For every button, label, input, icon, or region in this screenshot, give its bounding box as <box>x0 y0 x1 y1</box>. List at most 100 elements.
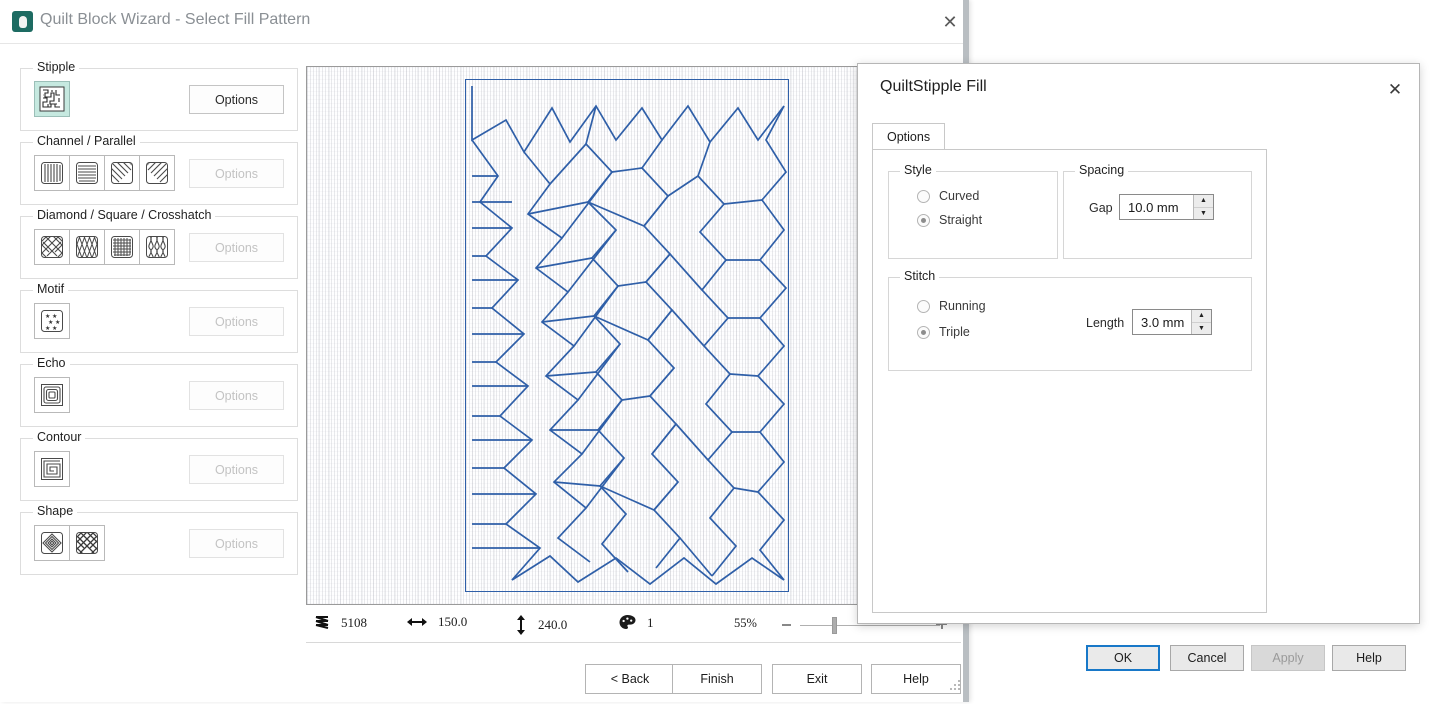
radio-indicator <box>917 189 930 203</box>
ok-button[interactable]: OK <box>1086 645 1160 671</box>
zoom-slider-thumb[interactable] <box>832 617 837 634</box>
group-legend-motif: Motif <box>33 282 69 296</box>
spinner-arrows[interactable]: ▲ ▼ <box>1193 195 1213 219</box>
cancel-button[interactable]: Cancel <box>1170 645 1244 671</box>
radio-indicator <box>917 325 930 339</box>
pattern-contour-spiral[interactable] <box>34 451 70 487</box>
stat-colors: 1 <box>618 614 654 632</box>
group-diamond-square-crosshatch: Diamond / Square / Crosshatch Options <box>20 208 298 279</box>
help-button[interactable]: Help <box>871 664 961 694</box>
quilt-wizard-icon <box>12 11 33 32</box>
group-legend-spacing: Spacing <box>1075 163 1129 177</box>
wizard-titlebar: Quilt Block Wizard - Select Fill Pattern… <box>0 0 968 44</box>
gap-label: Gap <box>1089 201 1113 215</box>
radio-straight[interactable]: Straight <box>917 213 982 227</box>
radio-indicator <box>917 299 930 313</box>
zoom-slider-track[interactable] <box>800 625 940 626</box>
caret-down-icon[interactable]: ▼ <box>1194 208 1213 220</box>
close-icon[interactable]: ✕ <box>935 8 965 36</box>
pattern-row-diamond-square-crosshatch <box>34 229 175 265</box>
options-tab-page: Style Curved Straight Spacing Gap 10.0 m… <box>872 149 1267 613</box>
quiltstipple-fill-dialog: QuiltStipple Fill ✕ Options Style Curved… <box>857 63 1420 671</box>
radio-triple[interactable]: Triple <box>917 325 970 339</box>
finish-button[interactable]: Finish <box>672 664 762 694</box>
gap-spinner[interactable]: 10.0 mm ▲ ▼ <box>1119 194 1214 220</box>
length-label: Length <box>1086 316 1125 330</box>
pattern-row-channel-parallel <box>34 155 175 191</box>
spinner-arrows[interactable]: ▲ ▼ <box>1191 310 1211 334</box>
pattern-stipple-maze[interactable] <box>34 81 70 117</box>
close-icon[interactable]: ✕ <box>1380 76 1410 104</box>
resize-grip[interactable] <box>950 680 962 692</box>
options-button-shape[interactable]: Options <box>189 529 284 558</box>
pattern-shape-spiral[interactable] <box>34 525 70 561</box>
quilt-block-wizard-window: Quilt Block Wizard - Select Fill Pattern… <box>0 0 969 702</box>
options-button-contour[interactable]: Options <box>189 455 284 484</box>
group-legend-shape: Shape <box>33 504 78 518</box>
pattern-row-shape <box>34 525 105 561</box>
group-stitch: Stitch Running Triple Length 3.0 mm ▲ ▼ <box>888 269 1252 371</box>
group-legend-stitch: Stitch <box>900 269 940 283</box>
group-legend-contour: Contour <box>33 430 86 444</box>
pattern-diagonal-down-lines[interactable] <box>139 155 175 191</box>
pattern-row-motif: ★ ★ ★ ★ ★ ★ <box>34 303 70 339</box>
pattern-echo-squares[interactable] <box>34 377 70 413</box>
width-arrow-icon <box>406 615 428 629</box>
options-button-channel-parallel[interactable]: Options <box>189 159 284 188</box>
caret-down-icon[interactable]: ▼ <box>1192 323 1211 335</box>
group-legend-channel-parallel: Channel / Parallel <box>33 134 140 148</box>
group-shape: Shape Options <box>20 504 298 575</box>
help-button[interactable]: Help <box>1332 645 1406 671</box>
pattern-horizontal-lines[interactable] <box>69 155 105 191</box>
gap-value[interactable]: 10.0 mm <box>1120 195 1193 219</box>
exit-button[interactable]: Exit <box>772 664 862 694</box>
pattern-square-grid[interactable] <box>104 229 140 265</box>
group-channel-parallel: Channel / Parallel Options <box>20 134 298 205</box>
radio-curved[interactable]: Curved <box>917 189 979 203</box>
pattern-star-motif[interactable]: ★ ★ ★ ★ ★ ★ <box>34 303 70 339</box>
length-value[interactable]: 3.0 mm <box>1133 310 1191 334</box>
group-style: Style Curved Straight <box>888 163 1058 259</box>
group-legend-style: Style <box>900 163 936 177</box>
caret-up-icon[interactable]: ▲ <box>1192 310 1211 323</box>
quilt-block-outline <box>465 79 789 592</box>
radio-label-triple: Triple <box>939 325 970 339</box>
stitch-count-icon <box>314 614 331 631</box>
pattern-diagonal-up-lines[interactable] <box>104 155 140 191</box>
width-value: 150.0 <box>438 614 468 629</box>
minus-icon[interactable] <box>782 624 791 626</box>
svg-text:★: ★ <box>45 325 50 332</box>
back-button[interactable]: < Back <box>585 664 675 694</box>
wizard-title: Quilt Block Wizard - Select Fill Pattern <box>40 11 311 28</box>
stitch-count-value: 5108 <box>341 614 367 630</box>
radio-label-straight: Straight <box>939 213 983 227</box>
options-button-echo[interactable]: Options <box>189 381 284 410</box>
tab-options[interactable]: Options <box>872 123 946 150</box>
stat-stitch-count: 5108 <box>314 614 367 631</box>
options-button-motif[interactable]: Options <box>189 307 284 336</box>
dialog-title: QuiltStipple Fill <box>880 78 987 95</box>
wizard-footer: < Back Finish Exit Help <box>0 650 968 702</box>
fill-pattern-groups: Stipple Options Channel / Parallel Optio… <box>20 55 298 600</box>
svg-text:★: ★ <box>52 325 57 332</box>
radio-running[interactable]: Running <box>917 299 986 313</box>
pattern-dense-diamond[interactable] <box>69 229 105 265</box>
group-legend-echo: Echo <box>33 356 70 370</box>
length-spinner[interactable]: 3.0 mm ▲ ▼ <box>1132 309 1212 335</box>
stipple-pattern-svg <box>471 86 788 586</box>
pattern-row-echo <box>34 377 70 413</box>
group-legend-stipple: Stipple <box>33 60 80 74</box>
caret-up-icon[interactable]: ▲ <box>1194 195 1213 208</box>
radio-indicator <box>917 213 930 227</box>
pattern-diamond-crosshatch[interactable] <box>34 229 70 265</box>
options-button-stipple[interactable]: Options <box>189 85 284 114</box>
group-motif: Motif ★ ★ ★ ★ ★ ★ Options <box>20 282 298 353</box>
pattern-shape-diamond-fill[interactable] <box>69 525 105 561</box>
height-value: 240.0 <box>538 617 568 632</box>
apply-button: Apply <box>1251 645 1325 671</box>
stat-height: 240.0 <box>514 614 567 636</box>
options-button-diamond-square-crosshatch[interactable]: Options <box>189 233 284 262</box>
pattern-wavy-crosshatch[interactable] <box>139 229 175 265</box>
stat-width: 150.0 <box>406 614 467 630</box>
pattern-vertical-lines[interactable] <box>34 155 70 191</box>
